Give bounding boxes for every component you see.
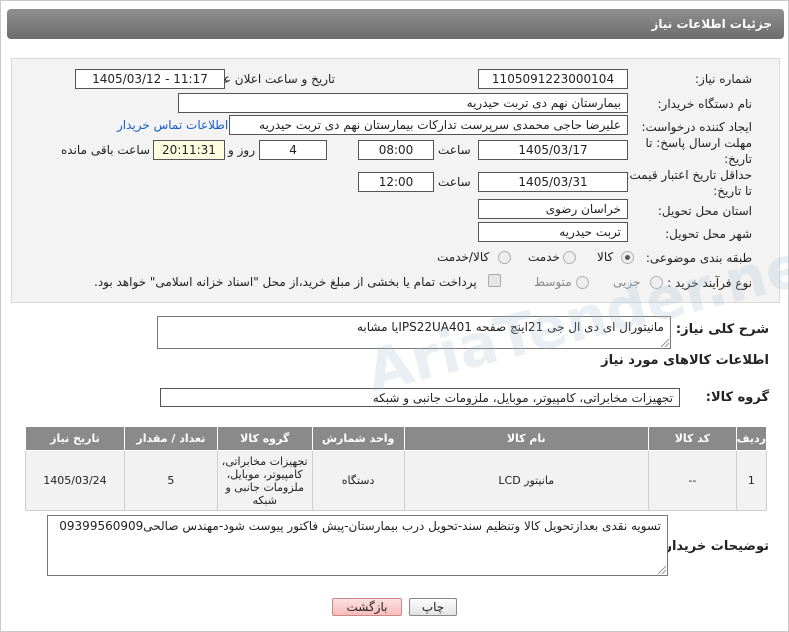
category-radio-service[interactable] <box>563 251 576 264</box>
city-label: شهر محل تحویل: <box>665 227 752 241</box>
creator-label: ایجاد کننده درخواست: <box>641 120 752 134</box>
page-header: جزئیات اطلاعات نیاز <box>7 9 784 39</box>
goods-group-field: تجهیزات مخابراتی، کامپیوتر، موبایل، ملزو… <box>160 388 680 407</box>
col-unit: واحد شمارش <box>311 426 405 451</box>
deadline-time-field: 08:00 <box>358 140 434 160</box>
table-row: 1 -- مانیتور LCD دستگاه تجهیزات مخابراتی… <box>25 450 768 511</box>
cell-qty: 5 <box>123 450 218 511</box>
resize-handle-icon[interactable] <box>661 339 669 347</box>
buyer-notes-textarea[interactable]: تسویه نقدی بعدازتحویل کالا وتنظیم سند-تح… <box>47 515 668 576</box>
treasury-checkbox[interactable] <box>488 274 501 287</box>
col-group: گروه کالا <box>216 426 313 451</box>
validity-date-field: 1405/03/31 <box>478 172 628 192</box>
process-option-medium: متوسط <box>534 275 572 289</box>
province-label: استان محل تحویل: <box>657 204 752 218</box>
treasury-note: پرداخت تمام یا بخشی از مبلغ خرید،از محل … <box>94 275 477 289</box>
goods-group-label: گروه کالا: <box>705 390 769 405</box>
validity-time-label: ساعت <box>438 175 471 189</box>
col-code: کد کالا <box>647 426 737 451</box>
col-name: نام کالا <box>403 426 649 451</box>
goods-section-title: اطلاعات کالاهای مورد نیاز <box>601 353 769 368</box>
announce-value: 1405/03/12 - 11:17 <box>92 72 208 86</box>
resize-handle-icon[interactable] <box>658 566 666 574</box>
cell-unit: دستگاه <box>311 450 405 511</box>
back-button[interactable]: بازگشت <box>332 598 402 616</box>
cell-name: مانیتور LCD <box>403 450 649 511</box>
process-radio-medium[interactable] <box>576 276 589 289</box>
buyer-notes-text: تسویه نقدی بعدازتحویل کالا وتنظیم سند-تح… <box>59 519 661 533</box>
city-field: تربت حیدریه <box>478 222 628 242</box>
buyer-org-field: بیمارستان نهم دی تربت حیدریه <box>178 93 628 113</box>
table-header-row: ردیف کد کالا نام کالا واحد شمارش گروه کا… <box>25 426 768 451</box>
days-label: روز و <box>228 143 255 157</box>
province-field: خراسان رضوی <box>478 199 628 219</box>
category-radio-goods-service[interactable] <box>498 251 511 264</box>
col-date: تاریخ نیاز <box>25 426 125 451</box>
page-frame: جزئیات اطلاعات نیاز شماره نیاز: 11050912… <box>0 0 789 632</box>
validity-time-field: 12:00 <box>358 172 434 192</box>
process-option-minor: جزیی <box>613 275 641 289</box>
buyer-contact-link[interactable]: اطلاعات تماس خریدار <box>117 118 228 132</box>
remaining-time-field: 20:11:31 <box>153 140 225 160</box>
description-textarea[interactable]: مانیتورال ای دی ال جی 21اینچ صفحه IPS22U… <box>157 316 671 349</box>
process-radio-minor[interactable] <box>650 276 663 289</box>
cell-group: تجهیزات مخابراتی، کامپیوتر، موبایل، ملزو… <box>216 450 313 511</box>
print-button[interactable]: چاپ <box>409 598 457 616</box>
category-option-goods: کالا <box>597 250 614 264</box>
description-text: مانیتورال ای دی ال جی 21اینچ صفحه IPS22U… <box>356 320 664 334</box>
items-table: ردیف کد کالا نام کالا واحد شمارش گروه کا… <box>25 426 768 511</box>
description-label: شرح کلی نیاز: <box>675 322 769 337</box>
buyer-org-label: نام دستگاه خریدار: <box>657 97 753 111</box>
deadline-date-field: 1405/03/17 <box>478 140 628 160</box>
announce-field: 1405/03/12 - 11:17 <box>75 69 225 89</box>
need-number-label: شماره نیاز: <box>695 72 752 86</box>
buyer-notes-label: توضیحات خریدار: <box>659 539 769 554</box>
page-title: جزئیات اطلاعات نیاز <box>651 17 772 31</box>
cell-code: -- <box>647 450 737 511</box>
need-number-field: 1105091223000104 <box>478 69 628 89</box>
deadline-label: مهلت ارسال پاسخ: تا تاریخ: <box>645 136 752 166</box>
cell-row: 1 <box>735 450 768 511</box>
category-radio-goods[interactable] <box>621 251 634 264</box>
category-label: طبقه بندی موضوعی: <box>645 251 752 265</box>
col-row: ردیف <box>735 426 768 451</box>
category-option-service: خدمت <box>528 250 560 264</box>
creator-field: علیرضا حاجی محمدی سرپرست تدارکات بیمارست… <box>229 115 628 135</box>
days-field: 4 <box>259 140 327 160</box>
process-label: نوع فرآیند خرید : <box>667 276 752 290</box>
col-qty: تعداد / مقدار <box>123 426 218 451</box>
deadline-time-label: ساعت <box>438 143 471 157</box>
cell-date: 1405/03/24 <box>25 450 125 511</box>
validity-label: حداقل تاریخ اعتبار قیمت: تا تاریخ: <box>625 168 752 198</box>
category-option-goods-service: کالا/خدمت <box>437 250 490 264</box>
remaining-time-label: ساعت باقی مانده <box>61 143 151 157</box>
